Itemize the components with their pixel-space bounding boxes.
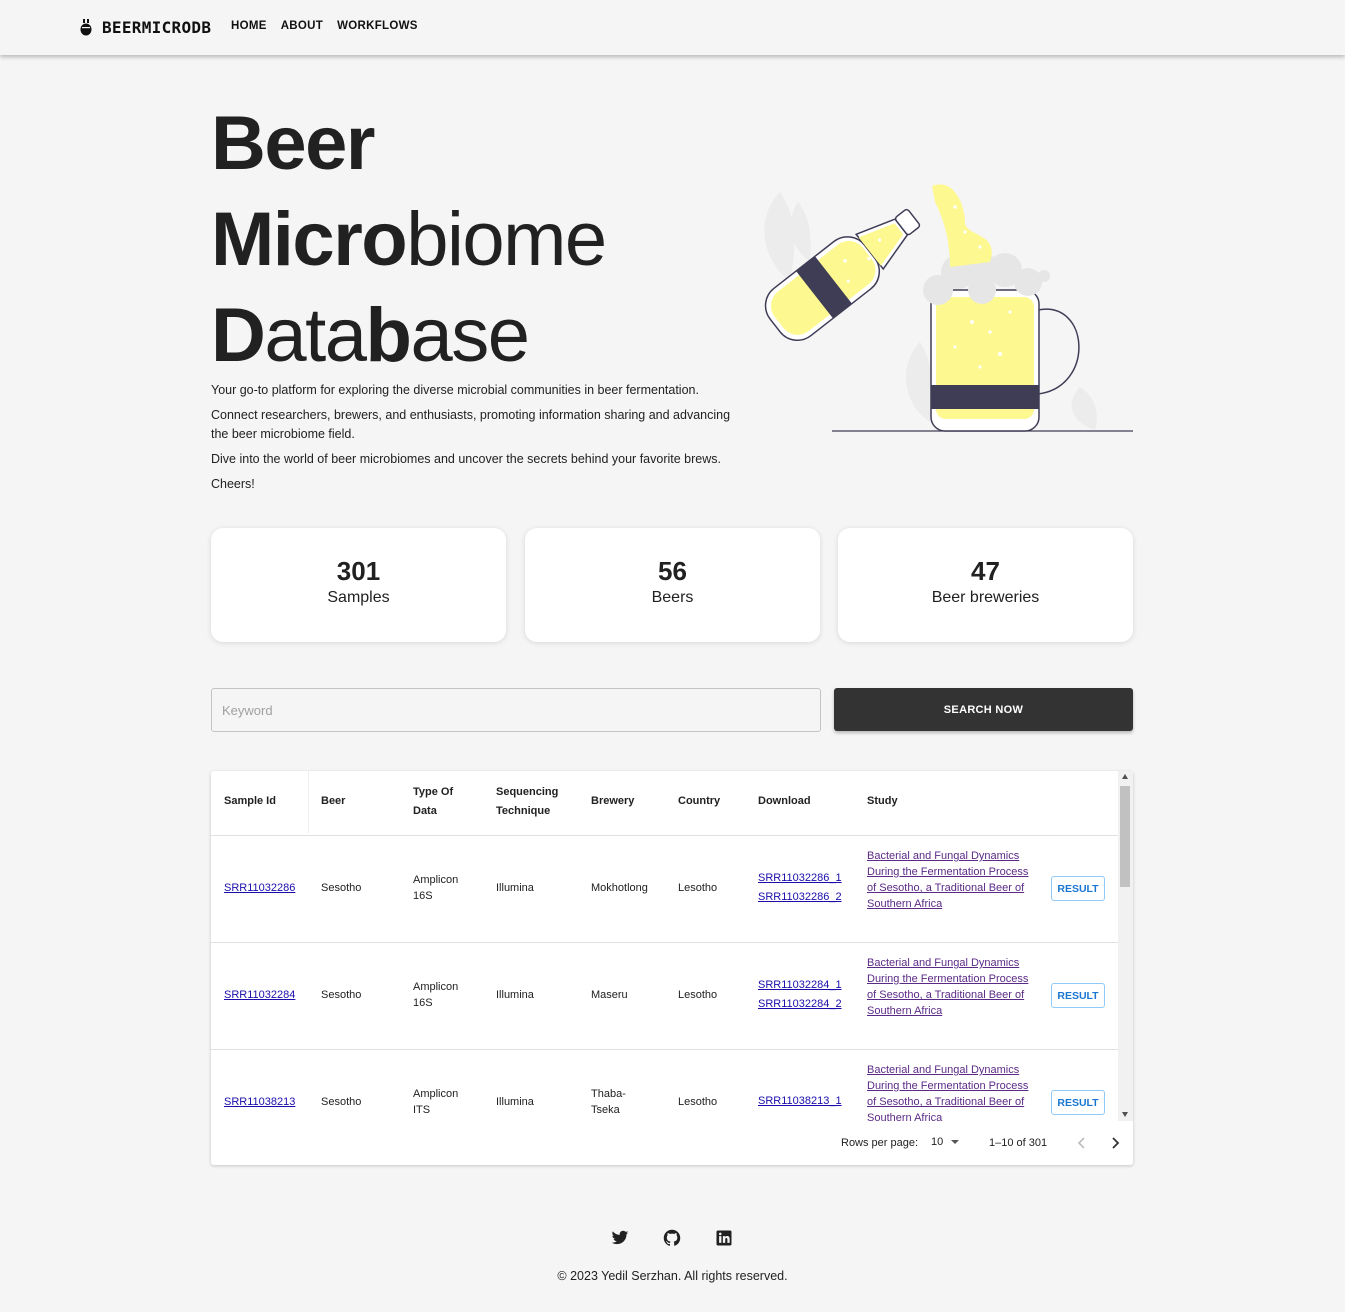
download-link[interactable]: SRR11032284_1 <box>758 979 842 991</box>
nav-about-link[interactable]: ABOUT <box>281 20 323 32</box>
stat-card-breweries: 47 Beer breweries <box>838 528 1133 642</box>
nav-links: HOME ABOUT WORKFLOWS <box>231 20 432 32</box>
download-link[interactable]: SRR11032286_2 <box>758 891 842 903</box>
technique-cell: Illumina <box>496 989 534 1001</box>
hero-paragraph: Your go-to platform for exploring the di… <box>211 383 699 397</box>
caret-down-icon <box>951 1140 960 1144</box>
beer-cell: Sesotho <box>321 882 362 894</box>
result-button[interactable]: RESULT <box>1051 876 1105 901</box>
stat-label: Beer breweries <box>931 589 1040 606</box>
table-row: SRR11038213 Sesotho Amplicon ITS Illumin… <box>211 1050 1118 1121</box>
stat-label: Beers <box>651 589 694 606</box>
sample-id-link[interactable]: SRR11038213 <box>224 1096 295 1108</box>
country-cell: Lesotho <box>678 882 718 894</box>
scrollbar-thumb[interactable] <box>1120 786 1130 887</box>
download-cell: SRR11032286_1 SRR11032286_2 <box>758 869 842 907</box>
header-sequencing-technique[interactable]: Sequencing Technique <box>496 783 558 821</box>
table-scrollbar[interactable] <box>1118 771 1133 1121</box>
download-cell: SRR11038213_1 <box>758 1092 842 1111</box>
country-cell: Lesotho <box>678 1096 718 1108</box>
technique-cell: Illumina <box>496 882 534 894</box>
header-beer[interactable]: Beer <box>321 792 345 811</box>
linkedin-icon[interactable] <box>715 1229 733 1247</box>
download-cell: SRR11032284_1 SRR11032284_2 <box>758 976 842 1014</box>
study-link[interactable]: Bacterial and Fungal Dynamics During the… <box>867 1064 1028 1121</box>
table-scroll-area[interactable]: Sample Id Beer Type Of Data Sequencing T… <box>211 771 1118 1121</box>
search-now-button[interactable]: SEARCH NOW <box>834 688 1133 731</box>
stat-value: 47 <box>971 556 1000 586</box>
samples-table: Sample Id Beer Type Of Data Sequencing T… <box>211 771 1133 1165</box>
table-pagination: Rows per page: 10 1–10 of 301 <box>211 1121 1133 1165</box>
beer-cell: Sesotho <box>321 1096 362 1108</box>
hero-paragraph: Dive into the world of beer microbiomes … <box>211 452 721 466</box>
header-sample-id[interactable]: Sample Id <box>224 792 276 811</box>
stat-card-samples: 301 Samples <box>211 528 506 642</box>
download-link[interactable]: SRR11032284_2 <box>758 998 842 1010</box>
nav-home-link[interactable]: HOME <box>231 20 267 32</box>
sample-id-link[interactable]: SRR11032284 <box>224 989 295 1001</box>
previous-page-button[interactable] <box>1073 1134 1091 1152</box>
hero-title: Beer Microbiome Database <box>211 96 607 384</box>
twitter-icon[interactable] <box>611 1229 629 1247</box>
stat-card-beers: 56 Beers <box>525 528 820 642</box>
beer-cell: Sesotho <box>321 989 362 1001</box>
table-row: SRR11032286 Sesotho Amplicon 16S Illumin… <box>211 836 1118 943</box>
hero-title-line-1: Beer <box>211 101 376 186</box>
hero-title-line-3: Database <box>211 293 530 378</box>
hero-title-line-2: Microbiome <box>211 197 607 282</box>
top-navbar: BEERMICRODB HOME ABOUT WORKFLOWS <box>0 0 1345 55</box>
beer-bug-icon <box>80 19 92 36</box>
next-page-button[interactable] <box>1106 1134 1124 1152</box>
rows-per-page-label: Rows per page: <box>841 1137 919 1149</box>
type-cell: Amplicon 16S <box>413 981 459 1009</box>
scroll-up-arrow-icon[interactable] <box>1122 774 1128 779</box>
keyword-search-input[interactable] <box>211 688 821 732</box>
study-link[interactable]: Bacterial and Fungal Dynamics During the… <box>867 957 1028 1017</box>
table-row: SRR11032284 Sesotho Amplicon 16S Illumin… <box>211 943 1118 1050</box>
country-cell: Lesotho <box>678 989 718 1001</box>
scroll-down-arrow-icon[interactable] <box>1122 1112 1128 1117</box>
table-header: Sample Id Beer Type Of Data Sequencing T… <box>211 771 1118 836</box>
copyright-text: © 2023 Yedil Serzhan. All rights reserve… <box>557 1269 788 1283</box>
stat-value: 301 <box>336 556 381 586</box>
download-link[interactable]: SRR11032286_1 <box>758 872 842 884</box>
rows-per-page-select[interactable]: 10 <box>931 1136 960 1148</box>
brewery-cell: Maseru <box>591 989 628 1001</box>
header-country[interactable]: Country <box>678 792 720 811</box>
brand-logo[interactable]: BEERMICRODB <box>80 18 211 37</box>
sample-id-link[interactable]: SRR11032286 <box>224 882 295 894</box>
type-cell: Amplicon ITS <box>413 1088 459 1116</box>
header-study[interactable]: Study <box>867 792 898 811</box>
hero-paragraph: Connect researchers, brewers, and enthus… <box>211 408 731 441</box>
brewery-cell: Thaba- Tseka <box>591 1088 626 1116</box>
stat-label: Samples <box>327 589 390 606</box>
result-button[interactable]: RESULT <box>1051 983 1105 1008</box>
column-divider[interactable] <box>308 771 309 833</box>
hero-paragraph: Cheers! <box>211 477 255 491</box>
pagination-range: 1–10 of 301 <box>989 1137 1048 1149</box>
technique-cell: Illumina <box>496 1096 534 1108</box>
header-download[interactable]: Download <box>758 792 811 811</box>
rows-per-page-value: 10 <box>931 1136 944 1148</box>
study-link[interactable]: Bacterial and Fungal Dynamics During the… <box>867 850 1028 910</box>
stat-value: 56 <box>658 556 687 586</box>
github-icon[interactable] <box>663 1229 681 1247</box>
brand-name: BEERMICRODB <box>102 18 212 37</box>
header-type-of-data[interactable]: Type Of Data <box>413 783 453 821</box>
result-button[interactable]: RESULT <box>1051 1090 1105 1115</box>
nav-workflows-link[interactable]: WORKFLOWS <box>337 20 418 32</box>
social-links <box>611 1229 767 1247</box>
hero-description: Your go-to platform for exploring the di… <box>211 381 731 500</box>
header-brewery[interactable]: Brewery <box>591 792 634 811</box>
brewery-cell: Mokhotlong <box>591 882 648 894</box>
download-link[interactable]: SRR11038213_1 <box>758 1095 842 1107</box>
beer-pouring-illustration <box>764 184 1133 432</box>
type-cell: Amplicon 16S <box>413 874 459 902</box>
